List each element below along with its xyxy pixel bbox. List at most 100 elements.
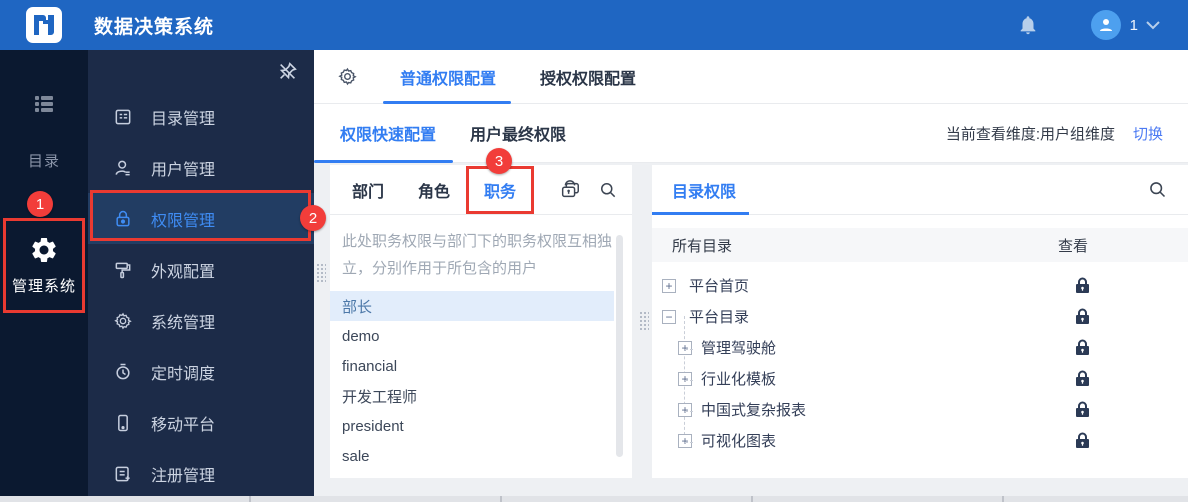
panel-splitter-handle[interactable] xyxy=(639,311,649,330)
gear-icon xyxy=(112,310,134,332)
tree-row-mgmt-cockpit: + 管理驾驶舱 xyxy=(652,332,1188,363)
list-item-demo[interactable]: demo xyxy=(330,321,632,351)
app-logo[interactable] xyxy=(26,7,62,43)
vertical-scrollbar-thumb[interactable] xyxy=(616,235,623,457)
app-window: 数据决策系统 1 目录 1 管理系统 目录管理 用户管理 权限管理 外观配置 系… xyxy=(0,0,1188,502)
tree-row-platform-directory: − 平台目录 xyxy=(652,301,1188,332)
menu-label: 用户管理 xyxy=(151,161,216,179)
expand-icon[interactable]: + xyxy=(662,278,676,293)
menu-label: 移动平台 xyxy=(151,416,216,434)
tree-label[interactable]: 行业化模板 xyxy=(701,368,776,389)
list-item-financial[interactable]: financial xyxy=(330,351,632,381)
sidebar-primary: 目录 1 管理系统 xyxy=(0,50,88,502)
current-dimension-label: 当前查看维度:用户组维度 xyxy=(945,125,1115,143)
collapse-icon[interactable]: − xyxy=(662,309,676,324)
user-avatar-icon[interactable] xyxy=(1090,10,1121,40)
expand-icon[interactable]: + xyxy=(678,340,692,355)
config-tabbar: 普通权限配置 授权权限配置 xyxy=(314,50,1188,104)
list-item-dev-engineer[interactable]: 开发工程师 xyxy=(330,381,632,411)
menu-label: 系统管理 xyxy=(151,314,216,332)
list-item-sale[interactable]: sale xyxy=(330,441,632,471)
gear-icon xyxy=(29,235,59,265)
sidebar-item-appearance[interactable]: 外观配置 xyxy=(88,244,314,295)
directory-permission-panel: 目录权限 所有目录 查看 + 平台首页 − 平台目录 + 管理驾驶舱 + 行业化… xyxy=(652,165,1188,478)
tab-post[interactable]: 职务 xyxy=(484,184,516,201)
sidebar-item-admin-label: 管理系统 xyxy=(11,278,76,295)
gear-icon[interactable] xyxy=(337,66,358,87)
active-tab-underline xyxy=(652,212,749,215)
tab-role[interactable]: 角色 xyxy=(418,178,450,202)
lock-icon[interactable] xyxy=(1075,370,1090,387)
tab-user-final-permission[interactable]: 用户最终权限 xyxy=(470,121,566,145)
menu-label: 权限管理 xyxy=(151,212,216,230)
sidebar-item-scheduler[interactable]: 定时调度 xyxy=(88,346,314,397)
sidebar-item-admin-system[interactable]: 管理系统 xyxy=(3,218,85,313)
menu-label: 目录管理 xyxy=(151,110,216,128)
search-icon[interactable] xyxy=(598,180,618,200)
post-list: 部长 demo financial 开发工程师 president sale xyxy=(330,291,632,471)
column-all-directories: 所有目录 xyxy=(672,237,733,255)
sidebar-item-catalog-mgmt[interactable]: 目录管理 xyxy=(88,91,314,142)
panel-drag-handle[interactable] xyxy=(316,263,326,282)
list-item-president[interactable]: president xyxy=(330,411,632,441)
directory-tree: + 平台首页 − 平台目录 + 管理驾驶舱 + 行业化模板 + 中国式复杂报表 … xyxy=(652,270,1188,456)
tab-normal-permission-config[interactable]: 普通权限配置 xyxy=(400,65,496,89)
sidebar-item-mobile-platform[interactable]: 移动平台 xyxy=(88,397,314,448)
sidebar-item-directory[interactable] xyxy=(0,92,88,116)
lock-icon xyxy=(112,208,134,230)
batch-permission-icon[interactable] xyxy=(558,179,582,201)
horizontal-scrollbar[interactable] xyxy=(0,496,1188,502)
tab-quick-permission-config[interactable]: 权限快速配置 xyxy=(340,121,436,145)
tab-department[interactable]: 部门 xyxy=(352,178,384,202)
chevron-down-icon[interactable] xyxy=(1146,20,1160,30)
tree-row-platform-home: + 平台首页 xyxy=(652,270,1188,301)
directory-menu-icon xyxy=(0,92,88,116)
bell-icon[interactable] xyxy=(1017,14,1039,36)
tree-row-industry-template: + 行业化模板 xyxy=(652,363,1188,394)
menu-label: 注册管理 xyxy=(151,467,216,485)
annotation-badge-2: 2 xyxy=(300,205,326,231)
sidebar-item-permission-mgmt[interactable]: 权限管理 xyxy=(88,190,314,244)
expand-icon[interactable]: + xyxy=(678,402,692,417)
sidebar-item-user-mgmt[interactable]: 用户管理 xyxy=(88,142,314,193)
sidebar-item-directory-label[interactable]: 目录 xyxy=(0,150,88,171)
lock-icon[interactable] xyxy=(1075,339,1090,356)
tree-label[interactable]: 管理驾驶舱 xyxy=(701,337,776,358)
search-icon[interactable] xyxy=(1147,179,1188,200)
lock-icon[interactable] xyxy=(1075,401,1090,418)
tab-auth-permission-config[interactable]: 授权权限配置 xyxy=(540,65,636,89)
tree-label[interactable]: 中国式复杂报表 xyxy=(701,399,806,420)
post-permission-hint: 此处职务权限与部门下的职务权限互相独立，分别作用于所包含的用户 xyxy=(342,233,613,277)
expand-icon[interactable]: + xyxy=(678,433,692,448)
expand-icon[interactable]: + xyxy=(678,371,692,386)
tree-row-visual-chart: + 可视化图表 xyxy=(652,425,1188,456)
lock-icon[interactable] xyxy=(1075,432,1090,449)
column-view: 查看 xyxy=(1057,237,1088,255)
topbar: 数据决策系统 1 xyxy=(0,0,1188,50)
directory-panel-header: 目录权限 xyxy=(652,165,1188,215)
app-title: 数据决策系统 xyxy=(94,16,215,38)
annotation-badge-1: 1 xyxy=(27,191,53,217)
active-subtab-underline xyxy=(314,160,453,163)
tree-row-chinese-complex-report: + 中国式复杂报表 xyxy=(652,394,1188,425)
tree-label[interactable]: 可视化图表 xyxy=(701,430,776,451)
tree-label[interactable]: 平台首页 xyxy=(689,275,749,296)
menu-label: 定时调度 xyxy=(151,365,216,383)
paint-roller-icon xyxy=(112,259,134,281)
lock-icon[interactable] xyxy=(1075,308,1090,325)
sidebar-menu: 目录管理 用户管理 权限管理 外观配置 系统管理 定时调度 移动平台 注册管理 xyxy=(88,91,314,499)
sidebar-secondary: 目录管理 用户管理 权限管理 外观配置 系统管理 定时调度 移动平台 注册管理 … xyxy=(88,50,326,502)
main-area: 普通权限配置 授权权限配置 权限快速配置 用户最终权限 当前查看维度:用户组维度… xyxy=(314,50,1188,502)
lock-icon[interactable] xyxy=(1075,277,1090,294)
list-item-buzhang[interactable]: 部长 xyxy=(330,291,614,321)
tree-label[interactable]: 平台目录 xyxy=(689,306,749,327)
sidebar-item-register-mgmt[interactable]: 注册管理 xyxy=(88,448,314,499)
switch-dimension-link[interactable]: 切换 xyxy=(1133,123,1163,144)
sub-tabbar: 权限快速配置 用户最终权限 当前查看维度:用户组维度 切换 xyxy=(314,104,1188,163)
unpin-icon[interactable] xyxy=(277,60,299,82)
timer-icon xyxy=(112,361,134,383)
tab-directory-permission[interactable]: 目录权限 xyxy=(672,178,736,202)
register-doc-icon xyxy=(112,463,134,485)
sidebar-item-system-mgmt[interactable]: 系统管理 xyxy=(88,295,314,346)
table-header-row: 所有目录 查看 xyxy=(652,228,1188,262)
